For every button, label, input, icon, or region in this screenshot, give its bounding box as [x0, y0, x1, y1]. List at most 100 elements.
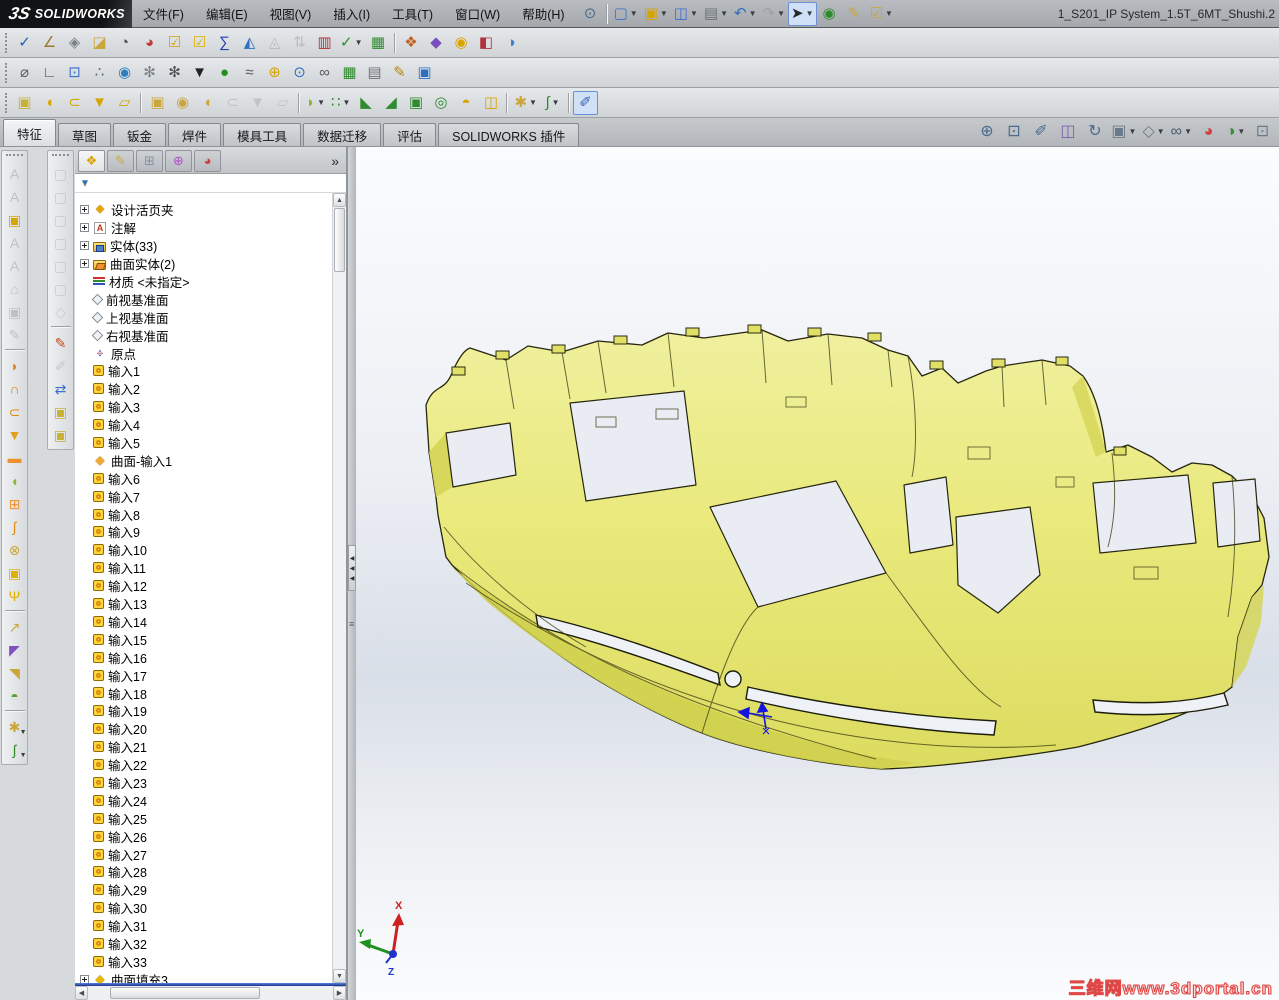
panel-collapse-handle[interactable]: ◀ ◀ ◀ [348, 545, 356, 591]
dropdown-arrow-icon[interactable]: ▼ [1184, 128, 1192, 136]
tree-item[interactable]: 实体(33) [78, 237, 330, 255]
tree-item[interactable]: 输入25 [78, 809, 330, 827]
dropdown-arrow-icon[interactable]: ▼ [355, 39, 363, 47]
reference-geometry-icon[interactable]: ✱ ▼ [3, 715, 27, 738]
hole-wizard-icon[interactable]: ◉ ▼ [170, 91, 195, 115]
tree-item[interactable]: 输入30 [78, 899, 330, 917]
extruded-cut-icon[interactable]: ▣ ▼ [145, 91, 170, 115]
dimxpertmanager-tab[interactable]: ⊕ [165, 150, 192, 172]
toolbar-grip[interactable] [5, 93, 7, 113]
command-tab[interactable]: 草图 [58, 123, 111, 146]
simulation-icon[interactable]: ◆ ▼ [424, 31, 449, 55]
dropdown-arrow-icon[interactable]: ▼ [20, 752, 27, 759]
toolbar-grip[interactable] [5, 63, 7, 83]
wrap-icon[interactable]: ◎ ▼ [428, 91, 453, 115]
tree-item[interactable]: 原点 [78, 344, 330, 362]
geometric-tolerance-icon[interactable]: ▣ ▼ [3, 300, 27, 323]
command-tab[interactable]: 焊件 [168, 123, 221, 146]
toolbar-button[interactable]: ▼ [3, 707, 27, 715]
tree-item[interactable]: 曲面-输入1 [78, 451, 330, 469]
offset-surface-icon[interactable]: ⊞ ▼ [3, 492, 27, 515]
file-properties-icon[interactable]: ✎ ▼ [842, 2, 867, 26]
apply-scene-icon[interactable]: ◑ ▼ [1222, 119, 1249, 145]
new-note-icon[interactable]: ✎ ▼ [387, 61, 412, 85]
tree-item[interactable]: 输入31 [78, 917, 330, 935]
insert-into-part-icon[interactable]: ▣ ▼ [49, 400, 73, 423]
filled-surface-icon[interactable]: ◓ ▼ [3, 684, 27, 707]
dropdown-arrow-icon[interactable]: ▼ [630, 10, 638, 18]
tree-item[interactable]: 输入22 [78, 756, 330, 774]
tree-item[interactable]: 输入29 [78, 881, 330, 899]
analysis-check-icon[interactable]: ◉ ▼ [449, 31, 474, 55]
magnifying-glass-icon[interactable]: ✐ ▼ [1027, 119, 1054, 145]
planar-surface-icon[interactable]: ▬ ▼ [3, 446, 27, 469]
tree-item[interactable]: 输入12 [78, 577, 330, 595]
deviation-analysis-icon[interactable]: ◭ ▼ [237, 31, 262, 55]
spell-checker-icon[interactable]: ✓ ▼ [12, 31, 37, 55]
toolbar-grip[interactable] [5, 33, 7, 53]
menu-item[interactable]: 工具(T) [381, 0, 444, 27]
help-book-icon[interactable]: ▣ ▼ [412, 61, 437, 85]
tree-item[interactable]: 输入23 [78, 774, 330, 792]
select-icon[interactable]: ➤ ▼ [788, 2, 817, 26]
extruded-boss-icon[interactable]: ▣ ▼ [12, 91, 37, 115]
shell-icon[interactable]: ▣ ▼ [403, 91, 428, 115]
magnifier-icon[interactable]: ⊙ ▼ [287, 61, 312, 85]
lofted-surface-icon[interactable]: ▼ ▼ [3, 423, 27, 446]
view-settings-icon[interactable]: ⊡ ▼ [1249, 119, 1276, 145]
check-entity-icon[interactable]: ☑ ▼ [162, 31, 187, 55]
mirror-icon[interactable]: ◫ ▼ [478, 91, 503, 115]
undo-icon[interactable]: ↶ ▼ [731, 2, 760, 26]
tree-item[interactable]: 输入6 [78, 469, 330, 487]
section-view-icon[interactable]: ◫ ▼ [1054, 119, 1081, 145]
swept-boss-icon[interactable]: ⊂ ▼ [62, 91, 87, 115]
fillet-icon[interactable]: ◗ ▼ [303, 91, 328, 115]
scroll-up-icon[interactable]: ▲ [333, 193, 346, 207]
balloon-icon[interactable]: A ▼ [3, 185, 27, 208]
scroll-down-icon[interactable]: ▼ [333, 969, 346, 983]
print-icon[interactable]: ▤ ▼ [701, 2, 731, 26]
dropdown-arrow-icon[interactable]: ▼ [1237, 128, 1245, 136]
knit-surface-icon[interactable]: Ψ ▼ [3, 584, 27, 607]
tree-filter-bar[interactable]: ▼ [75, 174, 346, 193]
expand-toggle[interactable] [80, 975, 89, 983]
tree-item[interactable]: 输入21 [78, 738, 330, 756]
scrollbar-thumb[interactable] [334, 208, 345, 272]
tree-item[interactable]: 输入8 [78, 505, 330, 523]
surface-finish-icon[interactable]: A ▼ [3, 254, 27, 277]
tree-item[interactable]: 输入3 [78, 398, 330, 416]
dome-icon[interactable]: ◓ ▼ [453, 91, 478, 115]
lofted-cut-icon[interactable]: ▼ ▼ [245, 91, 270, 115]
ruled-surface-icon[interactable]: ∫ ▼ [3, 515, 27, 538]
draft-icon[interactable]: ◢ ▼ [378, 91, 403, 115]
displaymanager-tab[interactable]: ◕ [194, 150, 221, 172]
trim-surface-icon[interactable]: ◤ ▼ [3, 638, 27, 661]
toolbar-button[interactable]: ▼ [137, 92, 145, 114]
curves-icon[interactable]: ∫ ▼ [3, 738, 27, 761]
options-icon[interactable]: ☑ ▼ [867, 2, 896, 26]
section-properties-icon[interactable]: ◪ ▼ [87, 31, 112, 55]
tree-item[interactable]: 输入14 [78, 612, 330, 630]
fastener-icon[interactable]: ⌀ ▼ [12, 61, 37, 85]
scroll-left-icon[interactable]: ◀ [75, 986, 88, 1000]
command-tab[interactable]: 数据迁移 [303, 123, 381, 146]
instant3d-icon[interactable]: ✐ ▼ [573, 91, 598, 115]
toolbar-button[interactable]: ▼ [391, 32, 399, 54]
dropdown-arrow-icon[interactable]: ▼ [20, 729, 27, 736]
tree-item[interactable]: 注解 [78, 219, 330, 237]
tree-item[interactable]: 输入15 [78, 630, 330, 648]
flow-simulation-icon[interactable]: ◑ ▼ [499, 31, 524, 55]
find-references-icon[interactable]: ∞ ▼ [312, 61, 337, 85]
revolved-surface-icon[interactable]: ∩ ▼ [3, 377, 27, 400]
workgroup-pdm-icon[interactable]: ∴ ▼ [87, 61, 112, 85]
tree-item[interactable]: 输入16 [78, 648, 330, 666]
equations-icon[interactable]: ∑ ▼ [212, 31, 237, 55]
tree-item[interactable]: 输入17 [78, 666, 330, 684]
boundary-boss-icon[interactable]: ▱ ▼ [112, 91, 137, 115]
rib-icon[interactable]: ◣ ▼ [353, 91, 378, 115]
toolbox-gear-icon[interactable]: ✻ ▼ [162, 61, 187, 85]
command-tab[interactable]: SOLIDWORKS 插件 [438, 123, 579, 146]
import-diagnostics-icon[interactable]: ◕ ▼ [137, 31, 162, 55]
excel-export-icon[interactable]: ▦ ▼ [337, 61, 362, 85]
tree-item[interactable]: 输入28 [78, 863, 330, 881]
